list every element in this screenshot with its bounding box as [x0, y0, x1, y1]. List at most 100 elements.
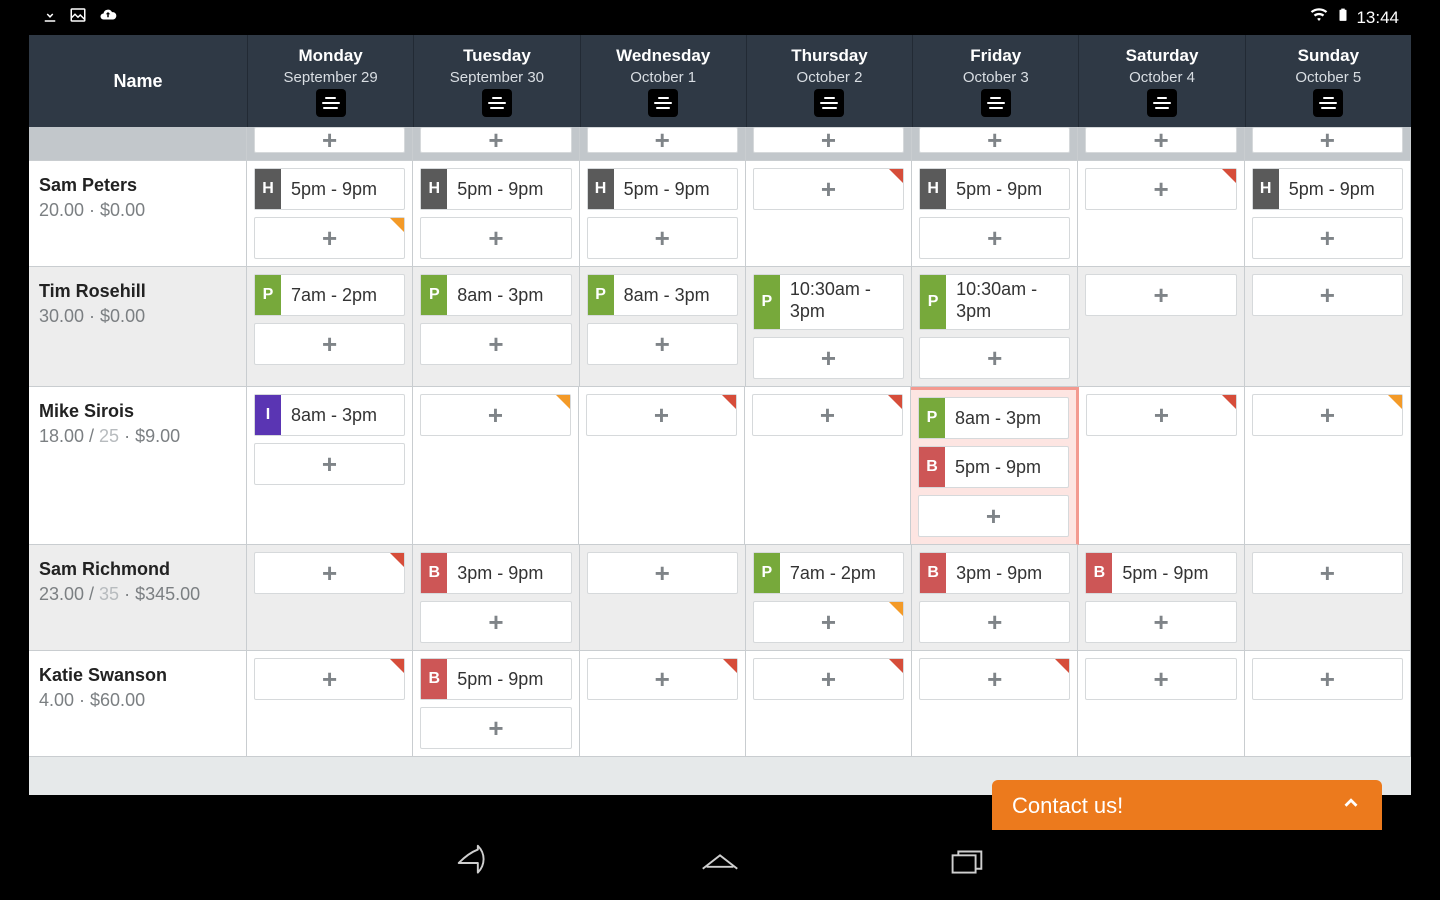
- employee-cell[interactable]: Sam Peters20.00 · $0.00: [29, 161, 247, 267]
- day-menu-icon[interactable]: [1313, 89, 1343, 117]
- add-shift-button[interactable]: +: [587, 217, 738, 259]
- add-shift-button[interactable]: +: [420, 323, 571, 365]
- shift-tag: H: [1253, 169, 1279, 209]
- add-shift-button[interactable]: +: [420, 217, 571, 259]
- add-shift-button[interactable]: +: [587, 552, 738, 594]
- download-icon: [41, 6, 59, 29]
- add-shift-button[interactable]: +: [753, 601, 904, 643]
- add-shift-button[interactable]: +: [753, 658, 904, 700]
- add-shift-button[interactable]: +: [919, 658, 1070, 700]
- recents-icon[interactable]: [943, 840, 989, 891]
- add-shift-button[interactable]: +: [1252, 552, 1403, 594]
- day-column-header[interactable]: Friday October 3: [912, 35, 1078, 127]
- shift-chip[interactable]: H5pm - 9pm: [919, 168, 1070, 210]
- employee-cell[interactable]: Tim Rosehill30.00 · $0.00: [29, 267, 247, 387]
- chevron-up-icon: [1340, 792, 1362, 820]
- add-shift-button[interactable]: +: [919, 127, 1070, 153]
- add-shift-button[interactable]: +: [1252, 394, 1403, 436]
- add-shift-button[interactable]: +: [254, 552, 405, 594]
- schedule-cell: +: [746, 161, 912, 267]
- shift-chip[interactable]: P7am - 2pm: [254, 274, 405, 316]
- add-shift-button[interactable]: +: [1086, 394, 1237, 436]
- day-menu-icon[interactable]: [482, 89, 512, 117]
- shift-chip[interactable]: P7am - 2pm: [753, 552, 904, 594]
- day-column-header[interactable]: Sunday October 5: [1245, 35, 1411, 127]
- add-shift-button[interactable]: +: [420, 601, 571, 643]
- add-shift-button[interactable]: +: [753, 168, 904, 210]
- shift-chip[interactable]: I8am - 3pm: [254, 394, 405, 436]
- add-shift-button[interactable]: +: [1252, 274, 1403, 316]
- table-row: Sam Peters20.00 · $0.00H5pm - 9pm+H5pm -…: [29, 161, 1411, 267]
- shift-chip[interactable]: H5pm - 9pm: [587, 168, 738, 210]
- shift-chip[interactable]: B5pm - 9pm: [918, 446, 1069, 488]
- employee-cell[interactable]: Katie Swanson4.00 · $60.00: [29, 651, 247, 757]
- shift-chip[interactable]: P8am - 3pm: [587, 274, 738, 316]
- shift-time: 7am - 2pm: [780, 553, 903, 593]
- add-shift-button[interactable]: +: [753, 337, 904, 379]
- add-shift-button[interactable]: +: [918, 495, 1069, 537]
- day-menu-icon[interactable]: [814, 89, 844, 117]
- schedule-cell: P7am - 2pm +: [746, 545, 912, 651]
- shift-chip[interactable]: B3pm - 9pm: [420, 552, 571, 594]
- day-column-header[interactable]: Thursday October 2: [746, 35, 912, 127]
- add-shift-button[interactable]: +: [254, 658, 405, 700]
- shift-chip[interactable]: P8am - 3pm: [420, 274, 571, 316]
- shift-chip[interactable]: B5pm - 9pm: [1085, 552, 1236, 594]
- employee-cell[interactable]: Mike Sirois18.00 / 25 · $9.00: [29, 387, 247, 545]
- day-menu-icon[interactable]: [316, 89, 346, 117]
- shift-chip[interactable]: P10:30am - 3pm: [919, 274, 1070, 330]
- day-column-header[interactable]: Monday September 29: [247, 35, 413, 127]
- employee-summary: 23.00 / 35 · $345.00: [39, 584, 236, 605]
- add-shift-button[interactable]: +: [254, 443, 405, 485]
- add-shift-button[interactable]: +: [919, 601, 1070, 643]
- add-shift-button[interactable]: +: [1252, 217, 1403, 259]
- contact-us-widget[interactable]: Contact us!: [992, 780, 1382, 832]
- add-shift-button[interactable]: +: [420, 394, 571, 436]
- day-menu-icon[interactable]: [981, 89, 1011, 117]
- day-column-header[interactable]: Tuesday September 30: [413, 35, 579, 127]
- shift-chip[interactable]: H5pm - 9pm: [1252, 168, 1403, 210]
- day-menu-icon[interactable]: [1147, 89, 1177, 117]
- add-shift-button[interactable]: +: [587, 323, 738, 365]
- add-shift-button[interactable]: +: [1085, 168, 1236, 210]
- shift-time: 10:30am - 3pm: [946, 275, 1069, 329]
- add-shift-button[interactable]: +: [254, 217, 405, 259]
- employee-cell[interactable]: Sam Richmond23.00 / 35 · $345.00: [29, 545, 247, 651]
- shift-chip[interactable]: B3pm - 9pm: [919, 552, 1070, 594]
- day-column-header[interactable]: Saturday October 4: [1078, 35, 1244, 127]
- shift-time: 5pm - 9pm: [1112, 553, 1235, 593]
- table-row: Tim Rosehill30.00 · $0.00P7am - 2pm+P8am…: [29, 267, 1411, 387]
- shift-chip[interactable]: B5pm - 9pm: [420, 658, 571, 700]
- table-row: Mike Sirois18.00 / 25 · $9.00I8am - 3pm +…: [29, 387, 1411, 545]
- add-shift-button[interactable]: +: [254, 127, 405, 153]
- add-shift-button[interactable]: +: [1252, 658, 1403, 700]
- schedule-cell: H5pm - 9pm +: [1245, 161, 1411, 267]
- add-shift-button[interactable]: +: [753, 127, 904, 153]
- shift-chip[interactable]: P8am - 3pm: [918, 397, 1069, 439]
- add-shift-button[interactable]: +: [587, 658, 738, 700]
- add-shift-button[interactable]: +: [1085, 658, 1236, 700]
- add-shift-button[interactable]: +: [587, 127, 738, 153]
- add-shift-button[interactable]: +: [586, 394, 737, 436]
- day-date: October 2: [797, 69, 863, 86]
- add-shift-button[interactable]: +: [1085, 274, 1236, 316]
- add-shift-button[interactable]: +: [752, 394, 903, 436]
- back-icon[interactable]: [451, 840, 497, 891]
- schedule-cell: P8am - 3pm +: [413, 267, 579, 387]
- add-shift-button[interactable]: +: [254, 323, 405, 365]
- shift-chip[interactable]: P10:30am - 3pm: [753, 274, 904, 330]
- add-shift-button[interactable]: +: [1252, 127, 1403, 153]
- shift-chip[interactable]: H5pm - 9pm: [254, 168, 405, 210]
- add-shift-button[interactable]: +: [420, 707, 571, 749]
- day-name: Monday: [299, 46, 363, 66]
- add-shift-button[interactable]: +: [919, 337, 1070, 379]
- add-shift-button[interactable]: +: [420, 127, 571, 153]
- day-column-header[interactable]: Wednesday October 1: [580, 35, 746, 127]
- add-shift-button[interactable]: +: [1085, 127, 1236, 153]
- day-menu-icon[interactable]: [648, 89, 678, 117]
- add-shift-button[interactable]: +: [1085, 601, 1236, 643]
- shift-chip[interactable]: H5pm - 9pm: [420, 168, 571, 210]
- add-shift-button[interactable]: +: [919, 217, 1070, 259]
- shift-tag: H: [588, 169, 614, 209]
- home-icon[interactable]: [697, 840, 743, 891]
